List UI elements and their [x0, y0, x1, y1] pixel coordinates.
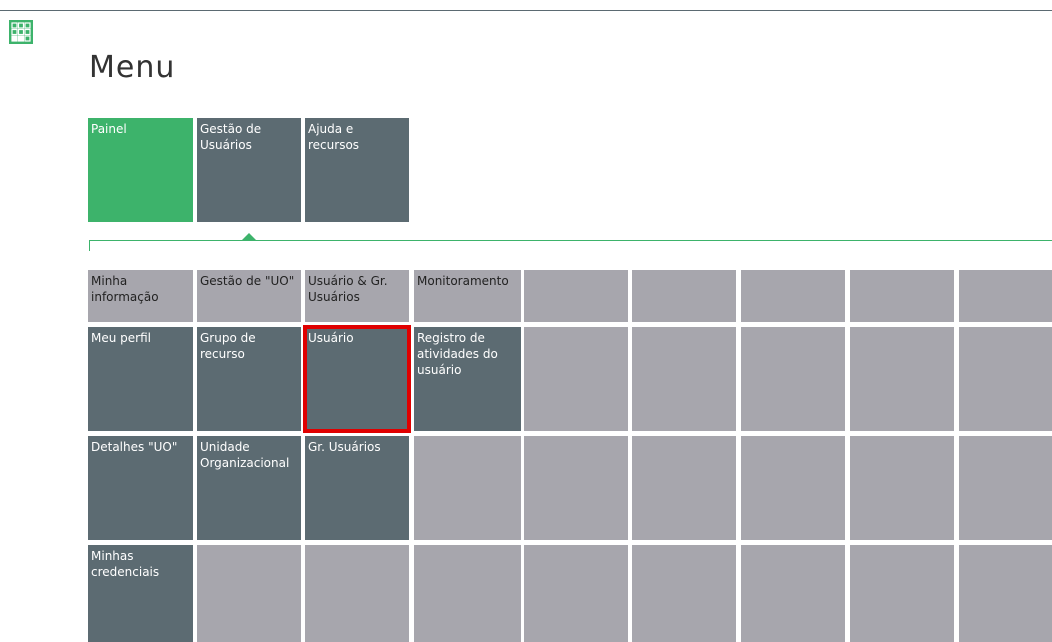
- column-header-usuario-gr-usuarios: Usuário & Gr. Usuários: [305, 270, 409, 322]
- empty-tile: [741, 545, 845, 642]
- empty-tile: [959, 327, 1052, 431]
- menu-item-meu-perfil[interactable]: Meu perfil: [88, 327, 193, 431]
- empty-tile: [197, 545, 301, 642]
- empty-tile: [741, 270, 845, 322]
- empty-tile: [850, 327, 954, 431]
- empty-tile: [959, 270, 1052, 322]
- empty-tile: [850, 270, 954, 322]
- menu-item-gr-usuarios[interactable]: Gr. Usuários: [305, 436, 409, 540]
- empty-tile: [632, 270, 736, 322]
- divider-tick: [89, 240, 90, 251]
- active-tab-pointer: [241, 233, 257, 241]
- tab-painel[interactable]: Painel: [88, 118, 193, 222]
- tab-label: Ajuda e recursos: [308, 122, 360, 152]
- menu-item-grupo-de-recurso[interactable]: Grupo de recurso: [197, 327, 301, 431]
- empty-tile: [414, 436, 521, 540]
- empty-tile: [524, 436, 628, 540]
- empty-tile: [850, 436, 954, 540]
- menu-item-registro-de-atividades[interactable]: Registro de atividades do usuário: [414, 327, 521, 431]
- empty-tile: [524, 327, 628, 431]
- page-title: Menu: [89, 50, 176, 85]
- tab-label: Gestão de Usuários: [200, 122, 262, 152]
- menu-item-unidade-organizacional[interactable]: Unidade Organizacional: [197, 436, 301, 540]
- empty-tile: [632, 545, 736, 642]
- empty-tile: [524, 270, 628, 322]
- app-grid-icon[interactable]: [9, 20, 33, 44]
- empty-tile: [959, 545, 1052, 642]
- empty-tile: [959, 436, 1052, 540]
- empty-tile: [524, 545, 628, 642]
- empty-tile: [414, 545, 521, 642]
- empty-tile: [850, 545, 954, 642]
- menu-item-detalhes-uo[interactable]: Detalhes "UO": [88, 436, 193, 540]
- top-border: [0, 10, 1052, 11]
- menu-item-minhas-credenciais[interactable]: Minhas credenciais: [88, 545, 193, 642]
- empty-tile: [741, 436, 845, 540]
- empty-tile: [741, 327, 845, 431]
- menu-item-usuario[interactable]: Usuário: [303, 325, 411, 433]
- empty-tile: [632, 327, 736, 431]
- column-header-monitoramento: Monitoramento: [414, 270, 521, 322]
- tab-label: Painel: [91, 122, 127, 136]
- menu-page: Menu Painel Gestão de Usuários Ajuda e r…: [0, 0, 1052, 642]
- empty-tile: [632, 436, 736, 540]
- column-header-minha-informacao: Minha informação: [88, 270, 193, 322]
- column-header-gestao-de-uo: Gestão de "UO": [197, 270, 301, 322]
- tab-gestao-de-usuarios[interactable]: Gestão de Usuários: [197, 118, 301, 222]
- section-divider: [89, 240, 1052, 241]
- empty-tile: [305, 545, 409, 642]
- tab-ajuda-e-recursos[interactable]: Ajuda e recursos: [305, 118, 409, 222]
